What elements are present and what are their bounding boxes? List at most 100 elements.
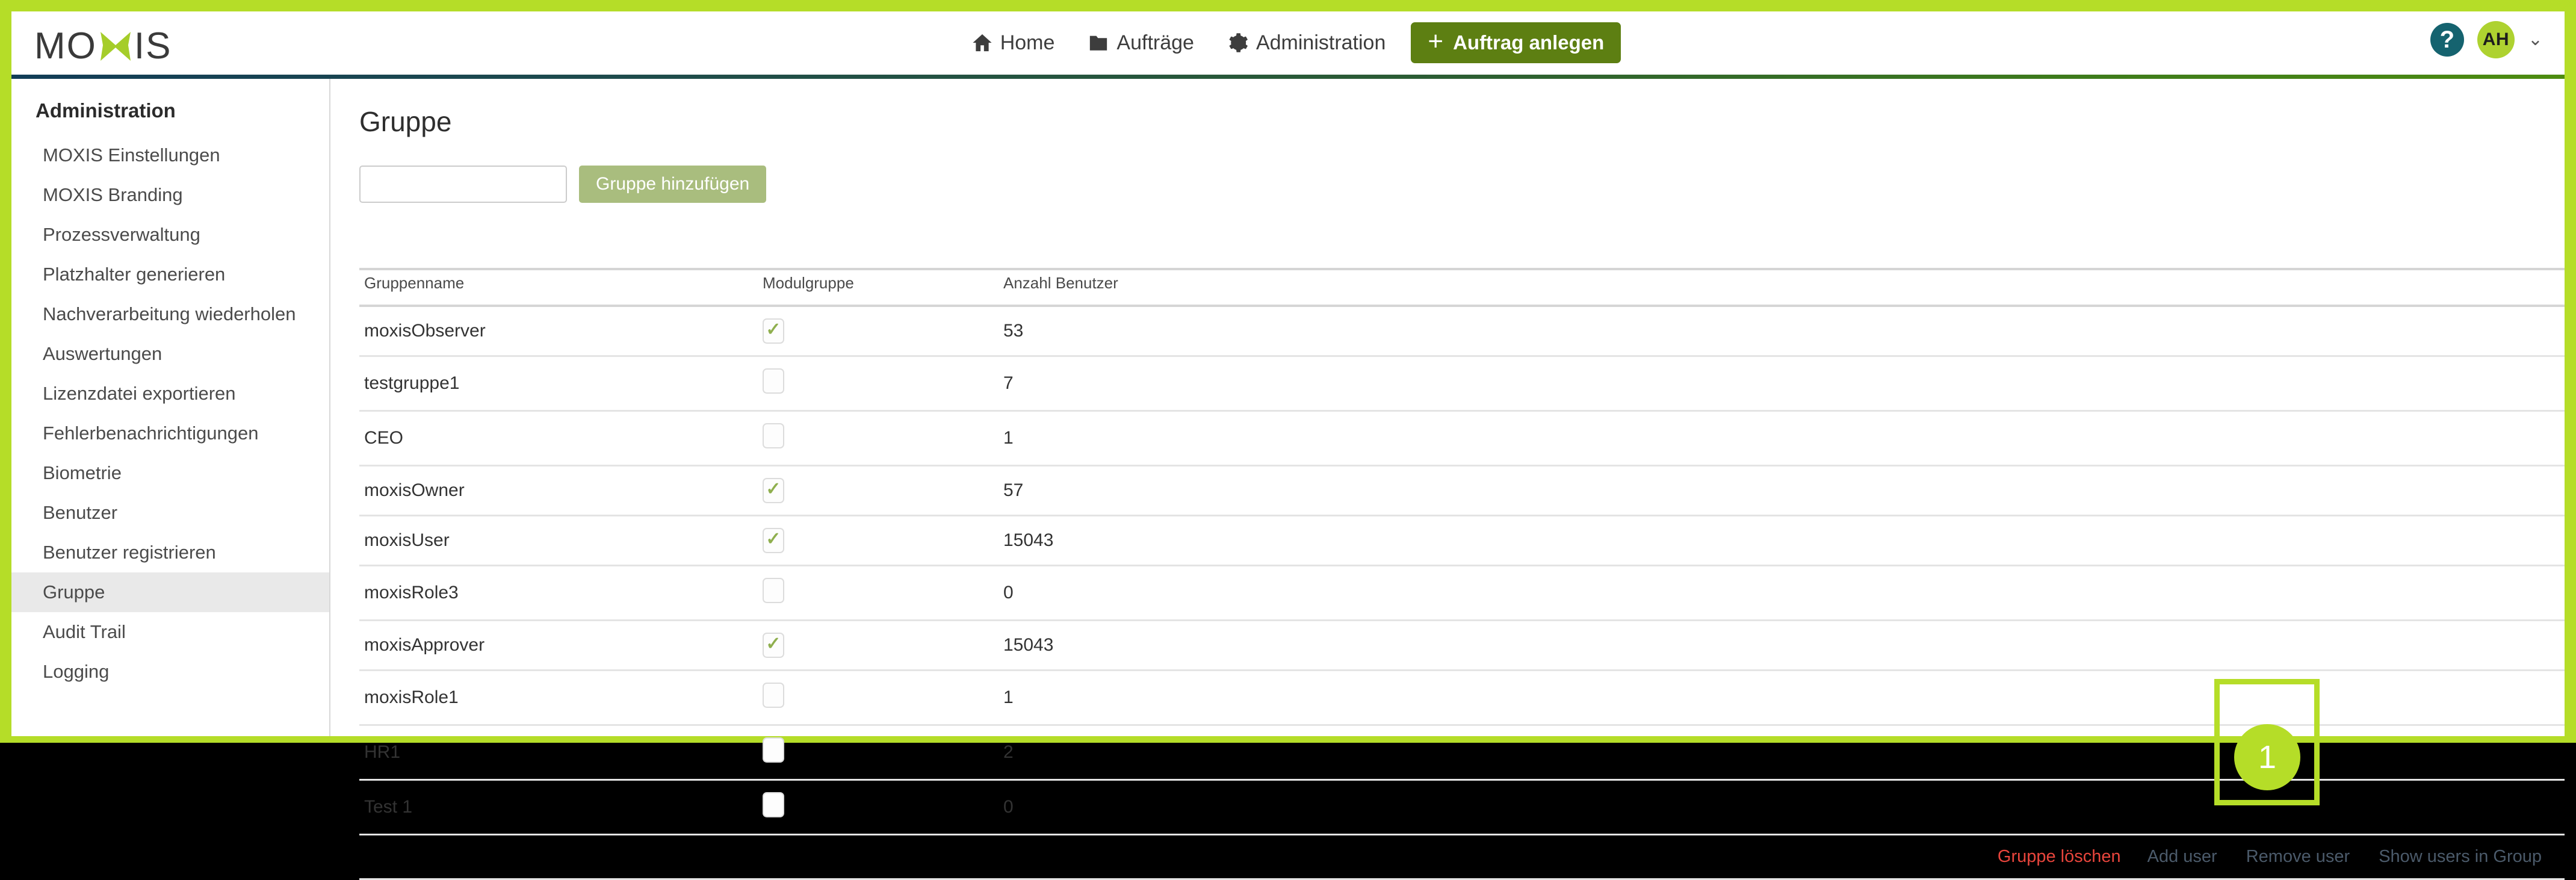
sidebar-item-logging[interactable]: Logging (11, 652, 329, 692)
nav-label-administration: Administration (1255, 31, 1386, 54)
cell-anzahl-benutzer: 15043 (1003, 515, 2565, 566)
group-name-input[interactable] (359, 166, 567, 203)
sidebar-item-audit-trail[interactable]: Audit Trail (11, 612, 329, 652)
cell-gruppenname: moxisRole3 (359, 565, 763, 621)
table-row[interactable]: moxisOwner ✓ 57 (359, 465, 2565, 516)
cell-modulgruppe: ✓ (763, 515, 1003, 566)
cell-anzahl-benutzer: 2 (1003, 725, 2565, 781)
cell-gruppenname: moxisApprover (359, 620, 763, 671)
groups-table: Gruppenname Modulgruppe Anzahl Benutzer … (359, 268, 2565, 880)
table-head: Gruppenname Modulgruppe Anzahl Benutzer (359, 268, 2565, 307)
nav-label-home: Home (1000, 31, 1055, 54)
sidebar-item-auswertungen[interactable]: Auswertungen (11, 334, 329, 374)
cell-gruppenname: moxisRole1 (359, 670, 763, 726)
table-row[interactable]: moxisRole1 1 (359, 670, 2565, 726)
cell-gruppenname: moxisUser (359, 515, 763, 566)
cell-modulgruppe (763, 779, 1003, 835)
sidebar-item-platzhalter-generieren[interactable]: Platzhalter generieren (11, 255, 329, 294)
header-right-cluster: ? AH ⌄ (2430, 21, 2543, 58)
cell-modulgruppe (763, 565, 1003, 621)
sidebar-item-prozessverwaltung[interactable]: Prozessverwaltung (11, 215, 329, 255)
cell-modulgruppe (763, 356, 1003, 412)
avatar[interactable]: AH (2477, 21, 2515, 58)
table-body: moxisObserver ✓ 53 testgruppe1 7 CEO 1 moxisOwn… (359, 306, 2565, 880)
sidebar-item-benutzer[interactable]: Benutzer (11, 493, 329, 533)
sidebar-item-gruppe[interactable]: Gruppe (11, 572, 329, 612)
cell-gruppenname: Test 1 (359, 779, 763, 835)
plus-icon: + (1428, 26, 1444, 56)
home-icon (972, 33, 992, 53)
cell-modulgruppe: ✓ (763, 620, 1003, 671)
column-header-gruppenname: Gruppenname (359, 268, 763, 307)
sidebar-item-nachverarbeitung-wiederholen[interactable]: Nachverarbeitung wiederholen (11, 294, 329, 334)
remove-user-link[interactable]: Remove user (2231, 847, 2365, 867)
cell-anzahl-benutzer: 7 (1003, 356, 2565, 412)
sidebar-title: Administration (36, 99, 176, 122)
delete-group-link[interactable]: Gruppe löschen (1984, 847, 2134, 867)
cell-anzahl-benutzer: 0 (1003, 779, 2565, 835)
cell-modulgruppe: ✓ (763, 306, 1003, 357)
sidebar-item-moxis-branding[interactable]: MOXIS Branding (11, 175, 329, 215)
sidebar-item-moxis-einstellungen[interactable]: MOXIS Einstellungen (11, 135, 329, 175)
table-row[interactable]: moxisApprover ✓ 15043 (359, 620, 2565, 671)
header-divider (11, 75, 2565, 79)
check-icon: ✓ (766, 320, 781, 339)
table-row[interactable]: HR1 2 (359, 725, 2565, 781)
table-row[interactable]: moxisUser ✓ 15043 (359, 515, 2565, 566)
nav-item-auftraege[interactable]: Aufträge (1071, 22, 1211, 63)
add-user-link[interactable]: Add user (2134, 847, 2231, 867)
checkbox-unchecked[interactable] (763, 578, 784, 603)
check-icon: ✓ (766, 479, 781, 499)
main-content: Gruppe Gruppe hinzufügen Gruppenname Mod… (330, 79, 2565, 880)
cell-modulgruppe: ✓ (763, 465, 1003, 516)
table-action-row: Gruppe löschen Add user Remove user Show us… (359, 834, 2565, 880)
action-links-cell: Gruppe löschen Add user Remove user Show us… (359, 834, 2565, 880)
sidebar-item-fehlerbenachrichtigungen[interactable]: Fehlerbenachrichtigungen (11, 414, 329, 453)
create-order-button[interactable]: + Auftrag anlegen (1411, 22, 1621, 63)
cell-gruppenname: HR1 (359, 725, 763, 781)
sidebar-item-biometrie[interactable]: Biometrie (11, 453, 329, 493)
cell-gruppenname: testgruppe1 (359, 356, 763, 412)
checkbox-unchecked[interactable] (763, 368, 784, 394)
add-group-button[interactable]: Gruppe hinzufügen (579, 166, 767, 203)
cell-anzahl-benutzer: 1 (1003, 670, 2565, 726)
sidebar-item-benutzer-registrieren[interactable]: Benutzer registrieren (11, 533, 329, 572)
cell-modulgruppe (763, 670, 1003, 726)
table-row[interactable]: moxisObserver ✓ 53 (359, 306, 2565, 357)
show-users-in-group-link[interactable]: Show users in Group (2365, 847, 2555, 867)
cell-modulgruppe (763, 411, 1003, 466)
annotation-step-badge: 1 (2234, 724, 2300, 790)
table-header-row: Gruppenname Modulgruppe Anzahl Benutzer (359, 268, 2565, 307)
gear-icon (1228, 33, 1248, 53)
main-navigation: Home Aufträge Administration + Auftrag a… (11, 22, 2565, 63)
checkbox-unchecked[interactable] (763, 792, 784, 817)
table-row[interactable]: CEO 1 (359, 411, 2565, 466)
cell-anzahl-benutzer: 0 (1003, 565, 2565, 621)
help-icon[interactable]: ? (2430, 23, 2464, 57)
create-order-label: Auftrag anlegen (1453, 31, 1605, 54)
body-area: Administration MOXIS Einstellungen MOXIS… (11, 79, 2565, 880)
cell-anzahl-benutzer: 57 (1003, 465, 2565, 516)
check-icon: ✓ (766, 634, 781, 654)
checkbox-checked[interactable]: ✓ (763, 478, 784, 503)
checkbox-unchecked[interactable] (763, 423, 784, 448)
cell-anzahl-benutzer: 15043 (1003, 620, 2565, 671)
checkbox-unchecked[interactable] (763, 683, 784, 708)
nav-item-home[interactable]: Home (955, 22, 1072, 63)
column-header-anzahl-benutzer: Anzahl Benutzer (1003, 268, 2565, 307)
sidebar-item-lizenzdatei-exportieren[interactable]: Lizenzdatei exportieren (11, 374, 329, 414)
nav-label-auftraege: Aufträge (1116, 31, 1194, 54)
chevron-down-icon[interactable]: ⌄ (2528, 31, 2543, 49)
column-header-modulgruppe: Modulgruppe (763, 268, 1003, 307)
table-row[interactable]: Test 1 0 (359, 779, 2565, 835)
table-row[interactable]: moxisRole3 0 (359, 565, 2565, 621)
checkbox-unchecked[interactable] (763, 737, 784, 763)
table-row[interactable]: testgruppe1 7 (359, 356, 2565, 412)
checkbox-checked[interactable]: ✓ (763, 318, 784, 344)
cell-anzahl-benutzer: 1 (1003, 411, 2565, 466)
nav-item-administration[interactable]: Administration (1211, 22, 1402, 63)
cell-modulgruppe (763, 725, 1003, 781)
check-icon: ✓ (766, 529, 781, 549)
checkbox-checked[interactable]: ✓ (763, 633, 784, 658)
checkbox-checked[interactable]: ✓ (763, 528, 784, 553)
